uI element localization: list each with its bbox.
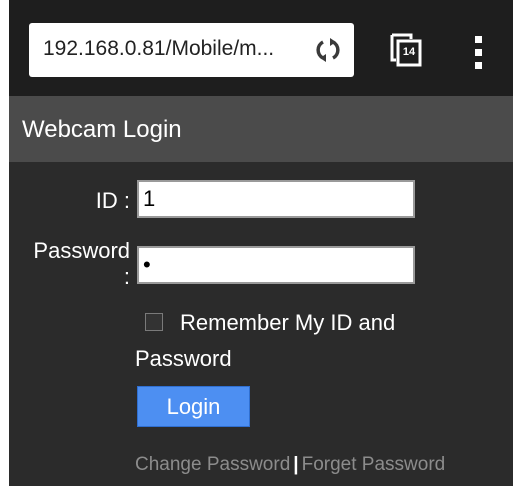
reload-icon[interactable] bbox=[314, 36, 342, 64]
id-label: ID : bbox=[95, 188, 130, 213]
password-label-colon: : bbox=[123, 264, 130, 289]
id-field[interactable] bbox=[137, 180, 415, 218]
browser-toolbar: 192.168.0.81/Mobile/m... 14 bbox=[9, 0, 513, 96]
change-password-link[interactable]: Change Password bbox=[135, 454, 290, 475]
forget-password-link[interactable]: Forget Password bbox=[302, 454, 446, 475]
link-separator: | bbox=[293, 454, 299, 475]
tab-count: 14 bbox=[402, 46, 416, 58]
login-button[interactable]: Login bbox=[137, 386, 250, 427]
address-bar[interactable]: 192.168.0.81/Mobile/m... bbox=[29, 23, 354, 77]
title-bar: Webcam Login bbox=[9, 96, 513, 162]
page-title: Webcam Login bbox=[22, 116, 182, 143]
remember-label: Remember My ID and Password bbox=[135, 310, 396, 371]
overflow-menu-icon[interactable] bbox=[475, 36, 483, 72]
url-text: 192.168.0.81/Mobile/m... bbox=[43, 37, 275, 60]
password-field[interactable] bbox=[137, 246, 415, 284]
account-links: Change Password | Forget Password bbox=[135, 454, 445, 476]
password-label: Password bbox=[33, 238, 130, 263]
